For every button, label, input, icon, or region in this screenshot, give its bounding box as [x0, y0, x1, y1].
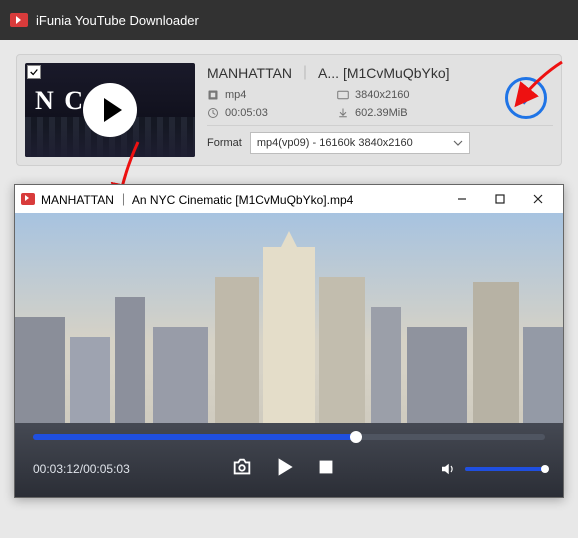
seek-knob[interactable] — [350, 431, 362, 443]
player-controls: 00:03:12/00:05:03 — [15, 424, 563, 497]
video-viewport[interactable]: 00:03:12/00:05:03 — [15, 213, 563, 497]
app-logo-icon — [10, 13, 28, 27]
status-complete-icon[interactable] — [505, 77, 547, 119]
meta-container: mp4 — [207, 89, 337, 101]
download-item: N C MANHATTAN ｜ A... [M1CvMuQbYko] mp4 3… — [16, 54, 562, 166]
player-app-icon — [21, 193, 35, 205]
meta-duration: 00:05:03 — [207, 107, 337, 119]
download-details: MANHATTAN ｜ A... [M1CvMuQbYko] mp4 3840x… — [207, 63, 553, 157]
format-label: Format — [207, 137, 242, 149]
player-window: MANHATTAN ｜ An NYC Cinematic [M1CvMuQbYk… — [14, 184, 564, 498]
volume-slider[interactable] — [465, 467, 545, 471]
select-checkbox[interactable] — [27, 65, 41, 79]
app-header: iFunia YouTube Downloader — [0, 0, 578, 40]
video-thumbnail[interactable]: N C — [25, 63, 195, 157]
time-display: 00:03:12/00:05:03 — [33, 462, 130, 476]
chevron-down-icon — [453, 138, 463, 148]
download-list: N C MANHATTAN ｜ A... [M1CvMuQbYko] mp4 3… — [0, 40, 578, 174]
thumbnail-play-icon[interactable] — [83, 83, 137, 137]
play-button[interactable] — [271, 454, 297, 483]
format-select[interactable]: mp4(vp09) - 16160k 3840x2160 — [250, 132, 470, 154]
maximize-button[interactable] — [481, 185, 519, 213]
seek-bar[interactable] — [33, 434, 545, 440]
stop-button[interactable] — [315, 456, 337, 481]
player-title: MANHATTAN ｜ An NYC Cinematic [M1CvMuQbYk… — [41, 191, 353, 208]
volume-control[interactable] — [439, 460, 545, 478]
meta-resolution: 3840x2160 — [337, 89, 477, 101]
close-button[interactable] — [519, 185, 557, 213]
app-title: iFunia YouTube Downloader — [36, 13, 199, 28]
video-title: MANHATTAN ｜ A... [M1CvMuQbYko] — [207, 63, 553, 83]
volume-icon — [439, 460, 457, 478]
minimize-button[interactable] — [443, 185, 481, 213]
player-titlebar[interactable]: MANHATTAN ｜ An NYC Cinematic [M1CvMuQbYk… — [15, 185, 563, 213]
meta-filesize: 602.39MiB — [337, 107, 477, 119]
snapshot-button[interactable] — [231, 456, 253, 481]
